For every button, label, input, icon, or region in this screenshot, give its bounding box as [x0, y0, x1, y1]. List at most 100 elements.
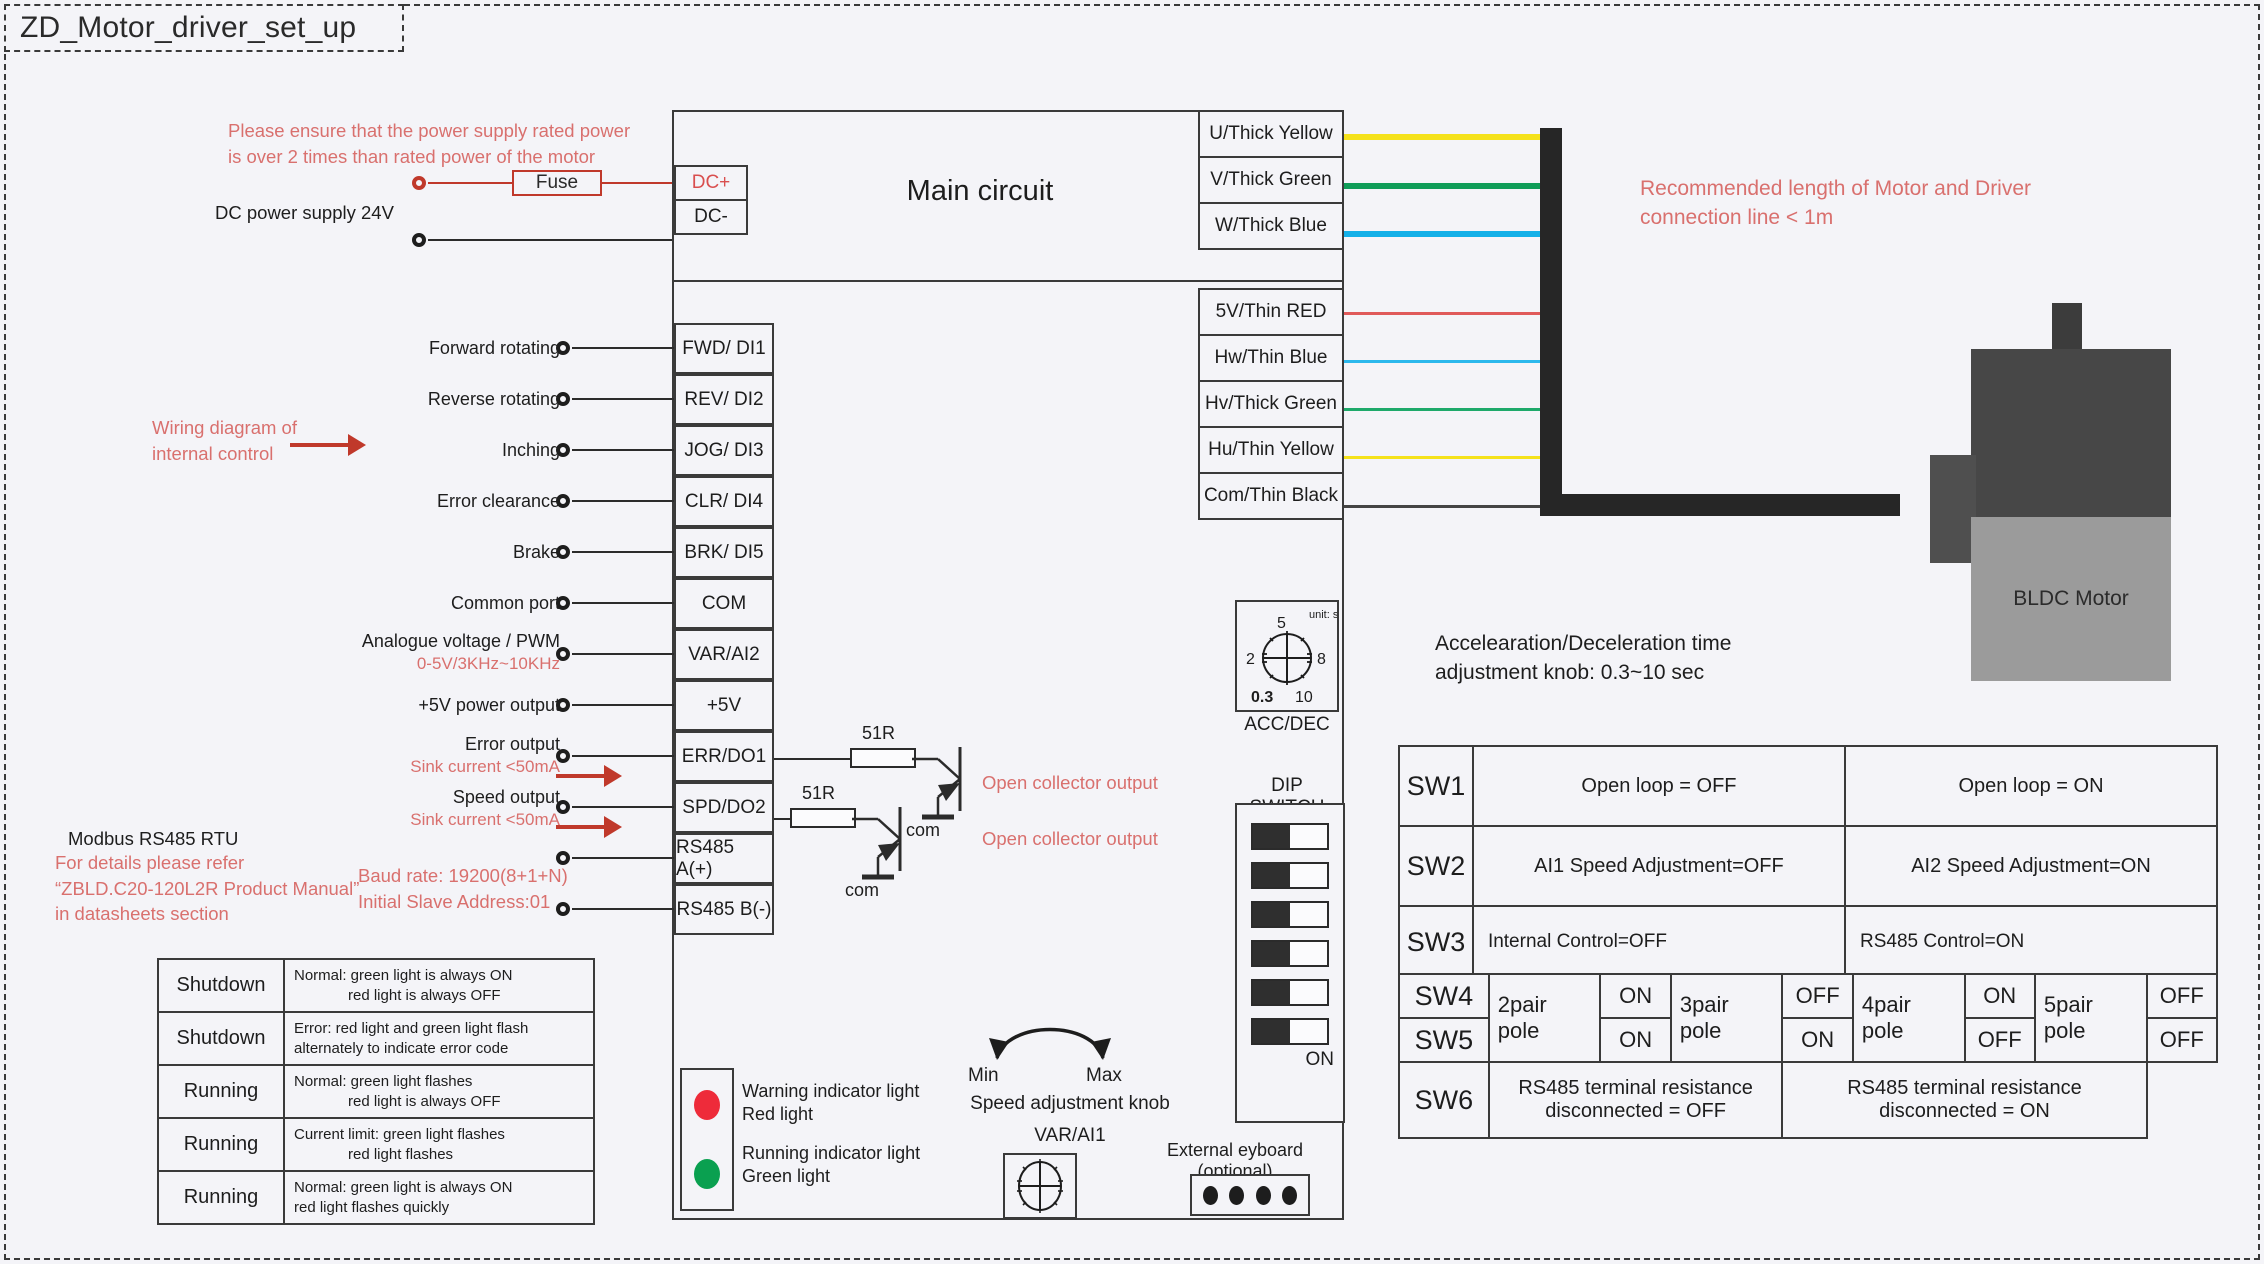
wire-motor-v [1344, 183, 1560, 189]
page-title: ZD_Motor_driver_set_up [20, 11, 357, 44]
label-5v-power-output: +5V power output [418, 695, 560, 715]
terminal-rs485-a-label: RS485 A(+) [676, 836, 735, 880]
label-error-output-sub: Sink current <50mA [410, 756, 560, 776]
sw4-4pair: ON [1963, 973, 2036, 1019]
resistor-2-label: 51R [802, 783, 836, 803]
wire-error-clearance [572, 500, 674, 502]
terminal-dc-minus-label: DC- [694, 206, 728, 227]
error-output-arrow [556, 765, 626, 787]
node-error-clearance [556, 494, 570, 508]
table-row: SW1 Open loop = OFF Open loop = ON [1398, 745, 2219, 827]
label-forward-rotating: Forward rotating [428, 338, 560, 358]
sw4-id: SW4 [1398, 973, 1490, 1019]
sw6-on: RS485 terminal resistance disconnected =… [1781, 1061, 2148, 1139]
terminal-err-do1-label: ERR/DO1 [681, 745, 767, 767]
sw5-3pair: ON [1781, 1017, 1854, 1063]
label-brake: Brake [512, 542, 560, 562]
wire-motor-w [1344, 231, 1560, 237]
fuse-label: Fuse [535, 172, 579, 193]
main-circuit-divider [672, 280, 1344, 282]
wire-speed-output [572, 806, 674, 808]
svg-text:8: 8 [1317, 651, 1326, 668]
terminal-dc-plus: DC+ [674, 165, 748, 201]
status-state: Shutdown [157, 958, 285, 1013]
var-ai1-knob-dial-icon[interactable] [1005, 1155, 1075, 1217]
sw5-id: SW5 [1398, 1017, 1490, 1063]
label-analogue-voltage: Analogue voltage / PWM 0-5V/3KHz~10KHz [260, 630, 560, 674]
warning-line-2: is over 2 times than rated power of the … [228, 145, 596, 167]
sw4-2pair: ON [1599, 973, 1672, 1019]
keyboard-pin-3 [1255, 1185, 1271, 1205]
dip-switch-4[interactable] [1251, 940, 1329, 967]
running-led-label: Running indicator light Green light [742, 1143, 921, 1187]
speed-knob-name: VAR/AI1 [1034, 1125, 1106, 1146]
node-speed-output [556, 800, 570, 814]
dip-switch-box[interactable]: ON [1235, 803, 1345, 1123]
label-analogue-voltage-main: Analogue voltage / PWM [361, 631, 560, 651]
table-row: SW4 2pair pole ON 3pair pole OFF 4pair p… [1398, 973, 2219, 1063]
status-state: Running [157, 1170, 285, 1225]
status-desc: Current limit: green light flashes red l… [283, 1117, 595, 1172]
dip-switch-5[interactable] [1251, 979, 1329, 1006]
speed-knob-max-label: Max [1086, 1065, 1122, 1086]
dc-plus-terminal-node [412, 176, 426, 190]
table-row: SW2 AI1 Speed Adjustment=OFF AI2 Speed A… [1398, 825, 2219, 907]
status-desc: Normal: green light flashes red light is… [283, 1064, 595, 1119]
wire-common-port [572, 602, 674, 604]
accdec-caption: ACC/DEC [1244, 714, 1330, 735]
terminal-brk-di5: BRK/ DI5 [674, 527, 774, 578]
internal-control-arrow [290, 434, 370, 456]
wire-hall-hw [1344, 360, 1560, 363]
terminal-com-label: COM [701, 592, 747, 614]
table-row: Running Current limit: green light flash… [157, 1117, 595, 1172]
resistor-1 [850, 748, 916, 768]
accdec-knob-dial-icon[interactable]: unit: s 5 2 8 0.3 10 [1237, 602, 1339, 710]
pole-2pair: 2pair pole [1487, 973, 1602, 1063]
terminal-dc-minus: DC- [674, 199, 748, 235]
baud-rate-note: Baud rate: 19200(8+1+N) Initial Slave Ad… [358, 865, 568, 912]
wire-forward-rotating [572, 347, 674, 349]
node-analogue-voltage [556, 647, 570, 661]
dc-plus-wire-left [428, 182, 516, 184]
external-keyboard-connector[interactable] [1190, 1174, 1310, 1216]
motor-cable-vertical [1540, 128, 1562, 514]
terminal-5v-label: +5V [706, 694, 742, 716]
wire-reverse-rotating [572, 398, 674, 400]
speed-knob-min-label: Min [968, 1065, 999, 1086]
label-error-clearance: Error clearance [436, 491, 560, 511]
label-reverse-rotating: Reverse rotating [427, 389, 560, 409]
dip-switch-rows[interactable] [1237, 805, 1343, 1045]
wire-rs485-a [572, 857, 674, 859]
modbus-title: Modbus RS485 RTU [68, 828, 239, 849]
sw3-on: RS485 Control=ON [1843, 905, 2219, 979]
terminal-hall-5v-label: 5V/Thin RED [1215, 301, 1327, 322]
label-common-port: Common port [450, 593, 560, 613]
terminal-rs485-a: RS485 A(+) [674, 833, 774, 884]
terminal-rev-di2: REV/ DI2 [674, 374, 774, 425]
motor-power-terminal-group: U/Thick Yellow V/Thick Green W/Thick Blu… [1198, 110, 1344, 250]
dc-minus-terminal-node [412, 233, 426, 247]
accdec-knob-box[interactable]: unit: s 5 2 8 0.3 10 [1235, 600, 1339, 712]
status-desc: Error: red light and green light flash a… [283, 1011, 595, 1066]
terminal-var-ai2: VAR/AI2 [674, 629, 774, 680]
sw1-off: Open loop = OFF [1471, 745, 1846, 827]
dip-switch-6[interactable] [1251, 1018, 1329, 1045]
status-indicator-table: Shutdown Normal: green light is always O… [157, 958, 595, 1225]
dip-switch-3[interactable] [1251, 901, 1329, 928]
var-ai1-knob-box[interactable] [1003, 1153, 1077, 1219]
dc-minus-wire [428, 239, 674, 241]
sw1-id: SW1 [1398, 745, 1474, 827]
recommended-length-note: Recommended length of Motor and Driver c… [1640, 177, 2032, 229]
sw6-off: RS485 terminal resistance disconnected =… [1487, 1061, 1784, 1139]
dip-switch-1[interactable] [1251, 823, 1329, 850]
dip-switch-2[interactable] [1251, 862, 1329, 889]
label-speed-output: Speed output Sink current <50mA [260, 786, 560, 830]
wire-hall-hu [1344, 456, 1560, 459]
resistor-2 [790, 808, 856, 828]
pole-5pair: 5pair pole [2033, 973, 2148, 1063]
power-supply-warning-note: Please ensure that the power supply rate… [228, 118, 648, 169]
terminal-rs485-b: RS485 B(-) [674, 884, 774, 935]
terminal-hall-hu: Hu/Thin Yellow [1198, 426, 1344, 474]
fuse-component: Fuse [512, 170, 602, 196]
wire-hall-hv [1344, 408, 1560, 411]
